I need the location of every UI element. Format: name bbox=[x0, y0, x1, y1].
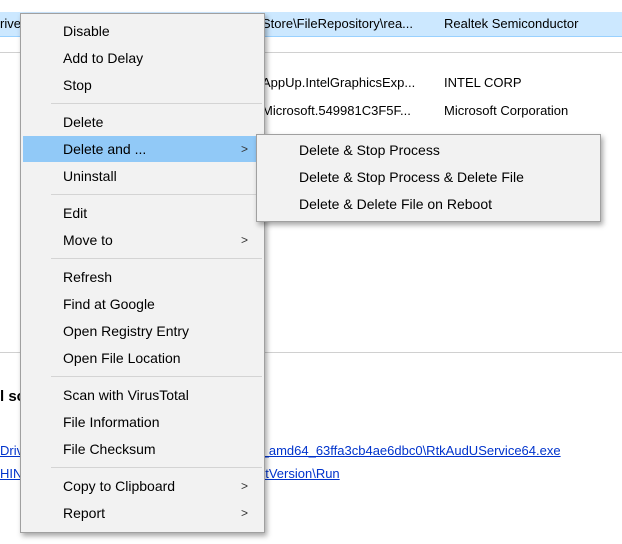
menu-item-copy-to-clipboard[interactable]: Copy to Clipboard > bbox=[23, 473, 262, 499]
menu-item-label: Stop bbox=[63, 77, 92, 93]
submenu-arrow-icon: > bbox=[240, 506, 248, 520]
menu-item-move-to[interactable]: Move to > bbox=[23, 227, 262, 253]
table-cell-path: Store\FileRepository\rea... bbox=[262, 16, 414, 31]
menu-item-label: Move to bbox=[63, 232, 113, 248]
submenu-item-delete-file-on-reboot[interactable]: Delete & Delete File on Reboot bbox=[259, 191, 598, 217]
menu-item-find-at-google[interactable]: Find at Google bbox=[23, 291, 262, 317]
menu-item-open-file-location[interactable]: Open File Location bbox=[23, 345, 262, 371]
table-cell-publisher: Realtek Semiconductor bbox=[444, 16, 579, 31]
menu-item-label: Copy to Clipboard bbox=[63, 478, 176, 494]
menu-separator bbox=[51, 194, 262, 195]
menu-item-label: Add to Delay bbox=[63, 50, 144, 66]
table-cell-name: rive bbox=[0, 16, 21, 31]
menu-separator bbox=[51, 467, 262, 468]
menu-item-label: Uninstall bbox=[63, 168, 117, 184]
menu-item-label: Open Registry Entry bbox=[63, 323, 190, 339]
menu-item-stop[interactable]: Stop bbox=[23, 72, 262, 98]
file-path-link[interactable]: f_amd64_63ffa3cb4ae6dbc0\RtkAudUService6… bbox=[258, 443, 561, 458]
menu-item-refresh[interactable]: Refresh bbox=[23, 264, 262, 290]
menu-item-delete[interactable]: Delete bbox=[23, 109, 262, 135]
menu-item-delete-and[interactable]: Delete and ... > bbox=[23, 136, 262, 162]
menu-item-label: Refresh bbox=[63, 269, 113, 285]
submenu-arrow-icon: > bbox=[240, 479, 248, 493]
submenu-arrow-icon: > bbox=[240, 233, 248, 247]
menu-item-label: File Information bbox=[63, 414, 160, 430]
menu-item-add-to-delay[interactable]: Add to Delay bbox=[23, 45, 262, 71]
menu-separator bbox=[51, 376, 262, 377]
table-cell-path[interactable]: AppUp.IntelGraphicsExp... bbox=[262, 71, 415, 95]
submenu-item-label: Delete & Stop Process & Delete File bbox=[299, 169, 524, 185]
submenu-item-delete-stop-process[interactable]: Delete & Stop Process bbox=[259, 137, 598, 163]
submenu-item-label: Delete & Delete File on Reboot bbox=[299, 196, 492, 212]
context-menu: Disable Add to Delay Stop Delete Delete … bbox=[20, 13, 265, 533]
table-cell-path[interactable]: Microsoft.549981C3F5F... bbox=[262, 99, 411, 123]
menu-item-scan-with-virustotal[interactable]: Scan with VirusTotal bbox=[23, 382, 262, 408]
menu-item-open-registry-entry[interactable]: Open Registry Entry bbox=[23, 318, 262, 344]
menu-item-label: Edit bbox=[63, 205, 88, 221]
menu-item-label: Open File Location bbox=[63, 350, 181, 366]
delete-and-submenu: Delete & Stop Process Delete & Stop Proc… bbox=[256, 134, 601, 222]
menu-item-file-checksum[interactable]: File Checksum bbox=[23, 436, 262, 462]
menu-item-label: Delete bbox=[63, 114, 104, 130]
submenu-item-label: Delete & Stop Process bbox=[299, 142, 440, 158]
submenu-item-delete-stop-process-delete-file[interactable]: Delete & Stop Process & Delete File bbox=[259, 164, 598, 190]
menu-item-label: File Checksum bbox=[63, 441, 156, 457]
menu-item-label: Delete and ... bbox=[63, 141, 147, 157]
menu-item-report[interactable]: Report > bbox=[23, 500, 262, 526]
menu-item-edit[interactable]: Edit bbox=[23, 200, 262, 226]
menu-separator bbox=[51, 103, 262, 104]
registry-path-link[interactable]: ntVersion\Run bbox=[258, 466, 340, 481]
menu-separator bbox=[51, 258, 262, 259]
table-cell-publisher[interactable]: INTEL CORP bbox=[444, 71, 522, 95]
menu-item-label: Find at Google bbox=[63, 296, 155, 312]
table-cell-publisher[interactable]: Microsoft Corporation bbox=[444, 99, 568, 123]
submenu-arrow-icon: > bbox=[240, 142, 248, 156]
menu-item-label: Scan with VirusTotal bbox=[63, 387, 189, 403]
menu-item-uninstall[interactable]: Uninstall bbox=[23, 163, 262, 189]
menu-item-label: Disable bbox=[63, 23, 110, 39]
menu-item-label: Report bbox=[63, 505, 106, 521]
menu-item-disable[interactable]: Disable bbox=[23, 18, 262, 44]
menu-item-file-information[interactable]: File Information bbox=[23, 409, 262, 435]
